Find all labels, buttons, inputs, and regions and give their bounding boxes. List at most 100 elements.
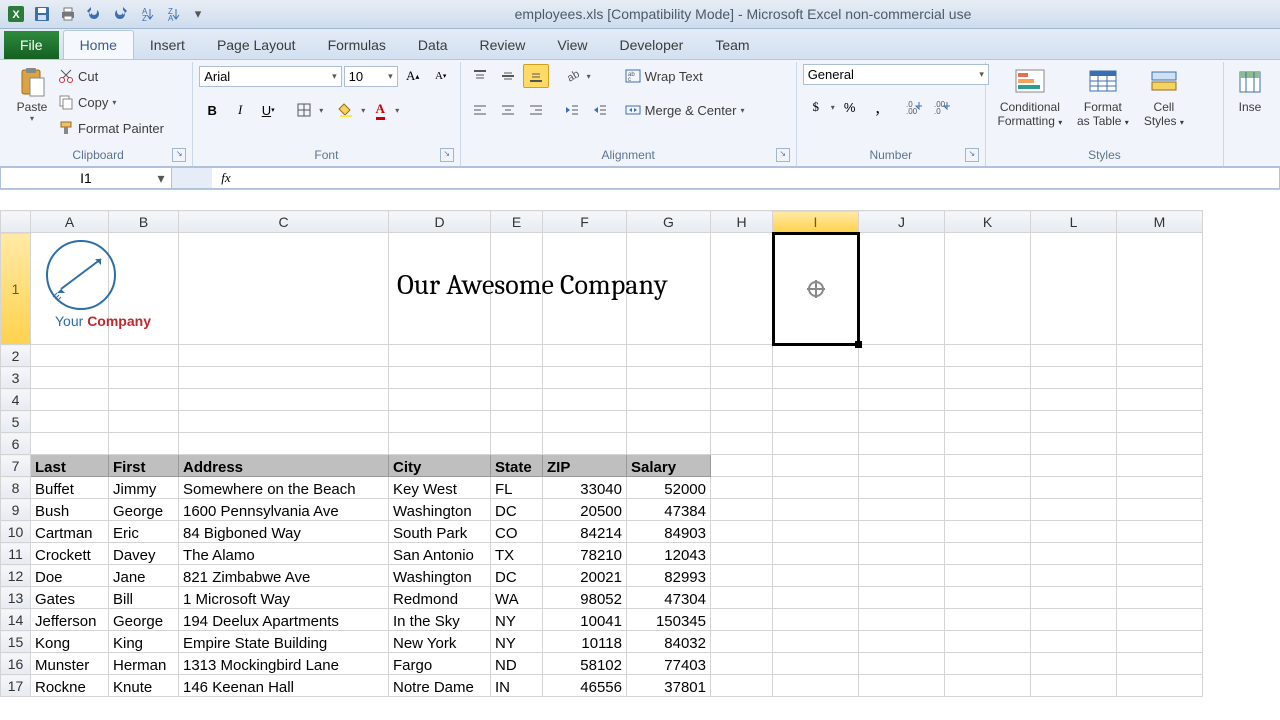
cell[interactable] bbox=[711, 499, 773, 521]
cell[interactable] bbox=[945, 565, 1031, 587]
cell[interactable] bbox=[1117, 675, 1203, 697]
print-icon[interactable] bbox=[56, 3, 80, 25]
cell[interactable]: Rockne bbox=[31, 675, 109, 697]
cell[interactable] bbox=[773, 587, 859, 609]
cell[interactable] bbox=[1031, 389, 1117, 411]
cell[interactable]: NY bbox=[491, 631, 543, 653]
cell[interactable] bbox=[859, 477, 945, 499]
cell[interactable] bbox=[945, 411, 1031, 433]
cut-button[interactable]: Cut bbox=[58, 64, 164, 88]
cell[interactable] bbox=[773, 631, 859, 653]
fx-icon[interactable]: fx bbox=[212, 170, 240, 186]
row-header[interactable]: 10 bbox=[1, 521, 31, 543]
cell[interactable] bbox=[773, 433, 859, 455]
tab-developer[interactable]: Developer bbox=[604, 31, 700, 59]
cell[interactable] bbox=[543, 367, 627, 389]
merge-center-button[interactable]: Merge & Center ▾ bbox=[625, 98, 745, 122]
cell[interactable] bbox=[859, 433, 945, 455]
cell[interactable] bbox=[1117, 455, 1203, 477]
column-header[interactable]: C bbox=[179, 211, 389, 233]
paste-button[interactable]: Paste ▾ bbox=[10, 64, 54, 123]
cell[interactable] bbox=[1117, 499, 1203, 521]
undo-icon[interactable] bbox=[82, 3, 106, 25]
cell[interactable] bbox=[859, 587, 945, 609]
cell[interactable] bbox=[179, 345, 389, 367]
cell[interactable] bbox=[859, 233, 945, 345]
cell[interactable] bbox=[859, 543, 945, 565]
cell[interactable] bbox=[109, 367, 179, 389]
cell[interactable] bbox=[491, 389, 543, 411]
cell[interactable] bbox=[711, 455, 773, 477]
borders-button[interactable] bbox=[291, 98, 317, 122]
cell[interactable] bbox=[859, 521, 945, 543]
cell[interactable]: CO bbox=[491, 521, 543, 543]
cell[interactable] bbox=[773, 653, 859, 675]
row-header[interactable]: 4 bbox=[1, 389, 31, 411]
cell[interactable]: Knute bbox=[109, 675, 179, 697]
row-header[interactable]: 14 bbox=[1, 609, 31, 631]
cell[interactable]: Bill bbox=[109, 587, 179, 609]
cell[interactable]: 78210 bbox=[543, 543, 627, 565]
cell[interactable] bbox=[711, 587, 773, 609]
align-bottom-icon[interactable] bbox=[523, 64, 549, 88]
cell[interactable]: 82993 bbox=[627, 565, 711, 587]
tab-home[interactable]: Home bbox=[63, 30, 134, 59]
cell[interactable] bbox=[945, 455, 1031, 477]
cell[interactable] bbox=[773, 455, 859, 477]
cell[interactable] bbox=[945, 433, 1031, 455]
tab-file[interactable]: File bbox=[4, 31, 59, 59]
cell[interactable]: Cartman bbox=[31, 521, 109, 543]
align-left-icon[interactable] bbox=[467, 98, 493, 122]
cell[interactable] bbox=[859, 367, 945, 389]
cell[interactable] bbox=[491, 411, 543, 433]
cell[interactable] bbox=[491, 345, 543, 367]
cell[interactable]: Bush bbox=[31, 499, 109, 521]
cell[interactable]: First bbox=[109, 455, 179, 477]
cell[interactable] bbox=[711, 477, 773, 499]
cell[interactable] bbox=[627, 345, 711, 367]
cell[interactable] bbox=[31, 411, 109, 433]
cell[interactable] bbox=[1031, 631, 1117, 653]
cell[interactable]: Fargo bbox=[389, 653, 491, 675]
cell[interactable]: Empire State Building bbox=[179, 631, 389, 653]
format-as-table-button[interactable]: Format as Table ▾ bbox=[1072, 64, 1134, 128]
cell[interactable] bbox=[1031, 345, 1117, 367]
cell[interactable]: 1313 Mockingbird Lane bbox=[179, 653, 389, 675]
cell[interactable] bbox=[627, 367, 711, 389]
cell[interactable] bbox=[773, 411, 859, 433]
column-header[interactable]: F bbox=[543, 211, 627, 233]
cell[interactable] bbox=[1117, 367, 1203, 389]
cell[interactable]: 52000 bbox=[627, 477, 711, 499]
cell[interactable] bbox=[109, 389, 179, 411]
cell[interactable] bbox=[945, 653, 1031, 675]
cell[interactable] bbox=[1031, 521, 1117, 543]
align-top-icon[interactable] bbox=[467, 64, 493, 88]
cell[interactable]: George bbox=[109, 609, 179, 631]
insert-cells-button[interactable]: Inse bbox=[1230, 64, 1270, 114]
cell[interactable]: 84032 bbox=[627, 631, 711, 653]
tab-view[interactable]: View bbox=[541, 31, 603, 59]
cell[interactable]: 33040 bbox=[543, 477, 627, 499]
cell[interactable] bbox=[389, 367, 491, 389]
cell[interactable] bbox=[859, 499, 945, 521]
cell[interactable] bbox=[711, 609, 773, 631]
cell[interactable]: Address bbox=[179, 455, 389, 477]
cell[interactable] bbox=[1117, 389, 1203, 411]
cell[interactable] bbox=[859, 411, 945, 433]
column-header[interactable]: B bbox=[109, 211, 179, 233]
column-header[interactable]: H bbox=[711, 211, 773, 233]
cell[interactable] bbox=[543, 389, 627, 411]
cell[interactable] bbox=[1031, 233, 1117, 345]
decrease-indent-icon[interactable] bbox=[559, 98, 585, 122]
cell[interactable] bbox=[945, 675, 1031, 697]
cell[interactable] bbox=[543, 411, 627, 433]
cell[interactable]: Somewhere on the Beach bbox=[179, 477, 389, 499]
copy-button[interactable]: Copy ▾ bbox=[58, 90, 164, 114]
cell[interactable] bbox=[389, 389, 491, 411]
cell[interactable] bbox=[945, 609, 1031, 631]
cell[interactable] bbox=[859, 675, 945, 697]
cell[interactable] bbox=[859, 653, 945, 675]
increase-indent-icon[interactable] bbox=[587, 98, 613, 122]
cell[interactable] bbox=[773, 499, 859, 521]
cell[interactable] bbox=[109, 345, 179, 367]
